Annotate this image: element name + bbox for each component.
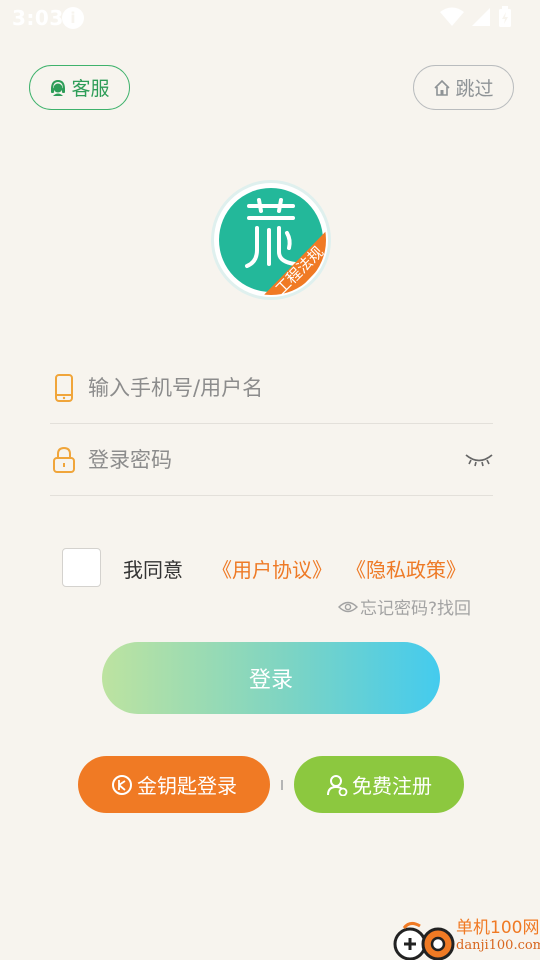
info-icon: i [62,7,84,29]
watermark-domain: danji100.com [456,938,540,953]
privacy-policy-link[interactable]: 《隐私政策》 [346,554,466,583]
watermark-logo-icon [393,921,455,960]
watermark: 单机100网 danji100.com [390,916,540,960]
key-icon [112,774,132,795]
user-agreement-link[interactable]: 《用户协议》 [212,554,332,583]
skip-button[interactable]: 跳过 [413,65,514,110]
signal-icon [472,8,490,26]
wifi-icon [440,7,464,26]
user-add-icon [327,774,348,796]
forgot-password-label: 忘记密码?找回 [360,599,472,619]
app-logo: 工程法规 [209,178,333,302]
eye-closed-icon[interactable] [465,452,493,468]
home-icon [434,79,451,96]
username-row [50,352,493,424]
password-input[interactable] [88,438,448,482]
eye-key-icon [338,601,358,612]
agreement-checkbox[interactable] [62,548,101,587]
password-row [50,424,493,496]
status-bar: 3:03 i [0,0,540,36]
watermark-name: 单机100网 [456,918,540,938]
free-register-button[interactable]: 免费注册 [294,756,464,813]
battery-icon [499,6,511,27]
agreement-prefix: 我同意 [123,558,183,582]
button-divider [281,780,283,790]
app-logo-icon: 工程法规 [211,180,331,300]
status-time: 3:03 [12,6,64,30]
headset-icon [51,79,66,96]
login-screen: 3:03 i 客服 跳过 工程法规 输入手机号/用户名 我同意 《用户协议》 《… [0,0,540,960]
phone-icon [55,374,73,402]
login-button-label: 登录 [248,668,293,693]
free-register-label: 免费注册 [352,774,432,798]
forgot-password-link[interactable]: 忘记密码?找回 [338,594,471,619]
username-input[interactable] [88,366,448,410]
skip-label: 跳过 [455,78,494,100]
customer-service-label: 客服 [71,78,110,100]
customer-service-button[interactable]: 客服 [29,65,130,110]
login-button[interactable]: 登录 [102,642,440,714]
golden-key-login-button[interactable]: 金钥匙登录 [78,756,270,813]
golden-key-label: 金钥匙登录 [137,774,237,798]
lock-icon [53,446,75,473]
status-indicators [440,6,512,28]
